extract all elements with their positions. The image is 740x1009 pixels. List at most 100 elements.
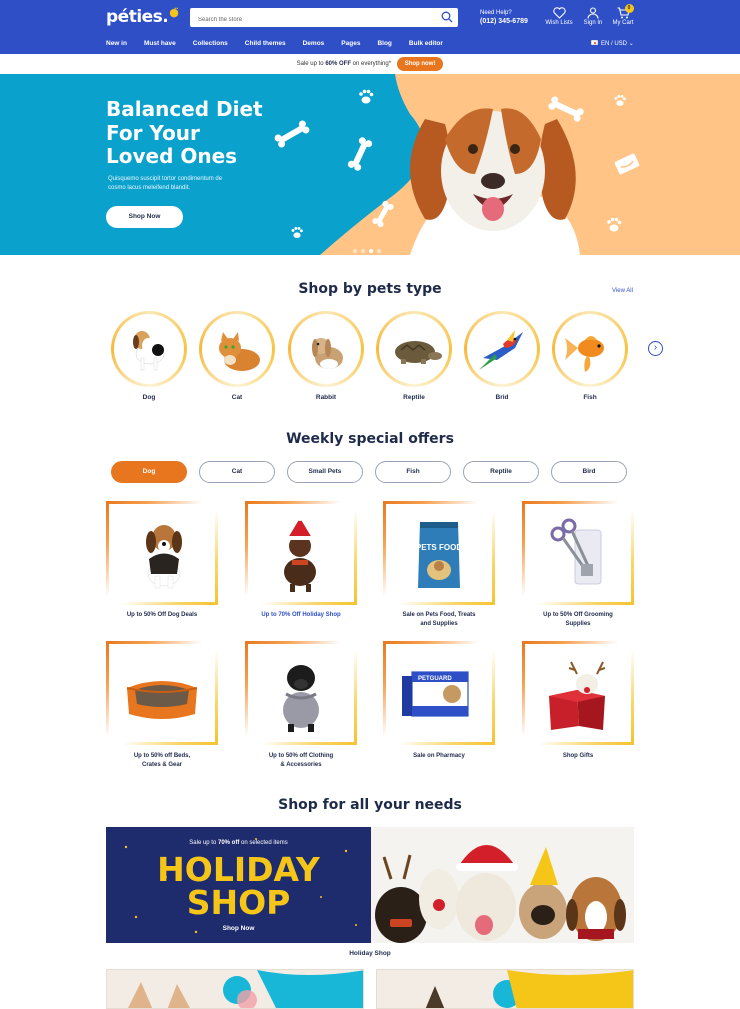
slider-dot[interactable] (377, 249, 381, 253)
help-label: Need Help? (480, 10, 512, 16)
offer-card-beds[interactable] (106, 641, 218, 745)
offer-card-grooming[interactable] (522, 501, 634, 605)
nav-bulk-editor[interactable]: Bulk editor (409, 40, 443, 47)
gift-box-dog-image (549, 661, 606, 730)
view-all-link[interactable]: View All (612, 288, 633, 294)
tab-bird[interactable]: Bird (551, 461, 627, 483)
tab-fish[interactable]: Fish (375, 461, 451, 483)
hero-subtitle: Quisquemo suscipit tortor condimentum de… (108, 176, 223, 191)
offer-card-label[interactable]: Up to 50% Off Dog Deals (106, 611, 218, 620)
wishlist-link[interactable]: Wish Lists (543, 7, 575, 26)
banner-shop-now-button[interactable]: Shop Now (106, 925, 371, 932)
nav-collections[interactable]: Collections (193, 40, 228, 47)
svg-text:PETS FOOD: PETS FOOD (416, 543, 462, 552)
pet-category-fish[interactable]: Fish (552, 311, 628, 401)
pet-bed-image (126, 681, 198, 719)
signin-label: Sign In (583, 20, 603, 26)
cart-link[interactable]: 0 My Cart (610, 4, 636, 26)
flag-icon (591, 40, 598, 45)
pet-category-rabbit[interactable]: Rabbit (288, 311, 364, 401)
nav-new-in[interactable]: New in (106, 40, 127, 47)
logo[interactable]: péties.●̈ (106, 6, 179, 27)
slider-dot[interactable] (353, 249, 357, 253)
user-icon (587, 7, 599, 19)
tab-cat[interactable]: Cat (199, 461, 275, 483)
offer-card-clothing[interactable] (245, 641, 357, 745)
paw-print-icon (359, 89, 374, 104)
offer-card-label[interactable]: Up to 50% off Clothing & Accessories (245, 752, 357, 770)
carousel-next-button[interactable]: › (648, 341, 663, 356)
offer-card-pharmacy[interactable]: PETGUARD (383, 641, 495, 745)
bone-icon (347, 137, 373, 171)
slider-dots (353, 240, 385, 255)
paw-print-icon (291, 226, 303, 238)
tortoise-image (395, 341, 442, 364)
category-banner-art (128, 970, 363, 1008)
hero-title-line: Loved Ones (106, 144, 238, 168)
pet-category-cat[interactable]: Cat (199, 311, 275, 401)
nav-must-have[interactable]: Must have (144, 40, 176, 47)
nav-child-themes[interactable]: Child themes (245, 40, 286, 47)
cart-count-badge: 0 (624, 4, 634, 13)
tab-reptile[interactable]: Reptile (463, 461, 539, 483)
paw-icon: ●̈ (169, 6, 179, 19)
tab-dog[interactable]: Dog (111, 461, 187, 483)
category-banner-card[interactable] (106, 969, 364, 1009)
nail-clipper-image (550, 518, 602, 585)
promo-highlight: 60% OFF (325, 61, 351, 67)
holiday-shop-banner[interactable]: Sale up to 70% off on selected items HOL… (106, 827, 634, 943)
pet-category-reptile[interactable]: Reptile (376, 311, 452, 401)
hero-title-line: For Your (106, 120, 200, 145)
offer-card-label[interactable]: Up to 50% Off Grooming Supplies (522, 611, 634, 629)
offer-card-label[interactable]: Up to 50% off Beds, Crates & Gear (106, 752, 218, 770)
offer-card-holiday-shop[interactable] (245, 501, 357, 605)
nav-blog[interactable]: Blog (377, 40, 391, 47)
goldfish-image (565, 336, 604, 372)
search-box (190, 8, 458, 30)
section-title-offers: Weekly special offers (286, 431, 454, 447)
section-title-needs: Shop for all your needs (278, 797, 462, 813)
promo-shop-button[interactable]: Shop now! (396, 57, 444, 71)
promo-bar: Sale up to 60% OFF on everything* Shop n… (0, 54, 740, 74)
hero-title: Balanced Diet For Your Loved Ones (106, 97, 306, 169)
header-bar: péties.●̈ Need Help? (012) 345-6789 Wish… (0, 0, 740, 54)
search-icon[interactable] (441, 11, 453, 23)
search-input[interactable] (190, 10, 420, 30)
tab-small-pets[interactable]: Small Pets (287, 461, 363, 483)
dog-image (133, 331, 165, 371)
help-contact[interactable]: Need Help? (012) 345-6789 (480, 10, 528, 25)
help-phone[interactable]: (012) 345-6789 (480, 18, 528, 25)
slider-dot[interactable] (361, 249, 365, 253)
offer-card-label[interactable]: Sale on Pharmacy (383, 752, 495, 761)
main-nav: New in Must have Collections Child theme… (106, 40, 460, 47)
pet-category-label: Cat (231, 394, 243, 401)
heart-icon (552, 7, 566, 19)
beagle-image (146, 525, 182, 589)
offer-card-label[interactable]: Up to 70% Off Holiday Shop (245, 611, 357, 620)
hero-title-line: Balanced Diet (106, 97, 263, 121)
slider-dot-active[interactable] (369, 249, 373, 253)
nav-demos[interactable]: Demos (303, 40, 325, 47)
wishlist-label: Wish Lists (545, 20, 573, 26)
pet-category-label: Fish (583, 394, 597, 401)
offer-card-pets-food[interactable]: PETS FOOD (383, 501, 495, 605)
offer-card-dog-deals[interactable] (106, 501, 218, 605)
offer-card-label[interactable]: Sale on Pets Food, Treats and Supplies (383, 611, 495, 629)
pet-category-label: Dog (142, 394, 156, 401)
nav-pages[interactable]: Pages (341, 40, 360, 47)
category-banner-card[interactable] (376, 969, 634, 1009)
pet-category-label: Rabbit (315, 394, 337, 401)
pet-category-dog[interactable]: Dog (111, 311, 187, 401)
pet-category-bird[interactable]: Brid (464, 311, 540, 401)
hero-shop-button[interactable]: Shop Now (106, 206, 183, 228)
pharmacy-box-image: PETGUARD (402, 671, 469, 717)
offer-card-gifts[interactable] (522, 641, 634, 745)
promo-prefix: Sale up to (296, 61, 324, 67)
language-currency-selector[interactable]: EN / USD ⌄ (591, 40, 634, 47)
offer-card-label[interactable]: Shop Gifts (522, 752, 634, 761)
svg-text:PETGUARD: PETGUARD (418, 676, 452, 682)
signin-link[interactable]: Sign In (581, 7, 605, 26)
puppy-santa-hat-image (284, 515, 316, 592)
rabbit-image (312, 338, 343, 369)
banner-caption[interactable]: Holiday Shop (106, 950, 634, 957)
